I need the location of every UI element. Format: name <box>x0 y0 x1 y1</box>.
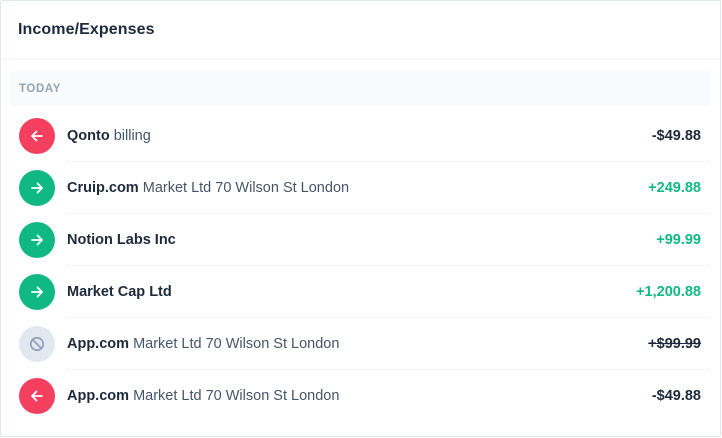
transaction-description: App.com Market Ltd 70 Wilson St London <box>67 336 648 352</box>
section-header: Today <box>10 71 710 106</box>
transaction-row[interactable]: App.com Market Ltd 70 Wilson St London -… <box>10 370 710 422</box>
transaction-row[interactable]: App.com Market Ltd 70 Wilson St London +… <box>10 318 710 370</box>
arrow-right-icon <box>19 274 55 310</box>
transaction-detail: Market Ltd 70 Wilson St London <box>142 180 350 196</box>
transaction-list: Qonto billing -$49.88 Cruip.com Market L… <box>10 110 710 422</box>
transaction-amount: +$99.99 <box>648 336 701 352</box>
arrow-right-icon <box>19 222 55 258</box>
transaction-row[interactable]: Market Cap Ltd +1,200.88 <box>10 266 710 318</box>
transaction-amount: -$49.88 <box>651 128 701 144</box>
arrow-left-icon <box>19 118 55 154</box>
transaction-name: App.com <box>67 336 130 352</box>
transaction-description: App.com Market Ltd 70 Wilson St London <box>67 388 652 404</box>
transaction-row[interactable]: Notion Labs Inc +99.99 <box>10 214 710 266</box>
transaction-name: Notion Labs Inc <box>67 232 176 248</box>
transaction-detail: Market Ltd 70 Wilson St London <box>133 336 340 352</box>
transaction-name: Market Cap Ltd <box>67 284 172 300</box>
cancel-icon <box>19 326 55 362</box>
card-title: Income/Expenses <box>18 21 155 38</box>
transaction-detail: Market Ltd 70 Wilson St London <box>133 388 340 404</box>
transaction-name: App.com <box>67 388 130 404</box>
income-expenses-card: Income/Expenses Today Qonto billing -$49… <box>0 0 721 437</box>
transaction-description: Market Cap Ltd <box>67 284 636 300</box>
transaction-detail: billing <box>113 128 151 144</box>
transaction-amount: +249.88 <box>648 180 701 196</box>
transaction-amount: +1,200.88 <box>636 284 701 300</box>
transaction-name: Qonto <box>67 128 110 144</box>
transaction-row[interactable]: Qonto billing -$49.88 <box>10 110 710 162</box>
transaction-row[interactable]: Cruip.com Market Ltd 70 Wilson St London… <box>10 162 710 214</box>
arrow-left-icon <box>19 378 55 414</box>
transaction-amount: -$49.88 <box>651 388 701 404</box>
arrow-right-icon <box>19 170 55 206</box>
card-header: Income/Expenses <box>1 1 720 60</box>
transaction-description: Cruip.com Market Ltd 70 Wilson St London <box>67 180 648 196</box>
section-label: Today <box>19 82 61 95</box>
transaction-description: Qonto billing <box>67 128 652 144</box>
transaction-description: Notion Labs Inc <box>67 232 656 248</box>
transaction-name: Cruip.com <box>67 180 139 196</box>
transaction-amount: +99.99 <box>656 232 701 248</box>
